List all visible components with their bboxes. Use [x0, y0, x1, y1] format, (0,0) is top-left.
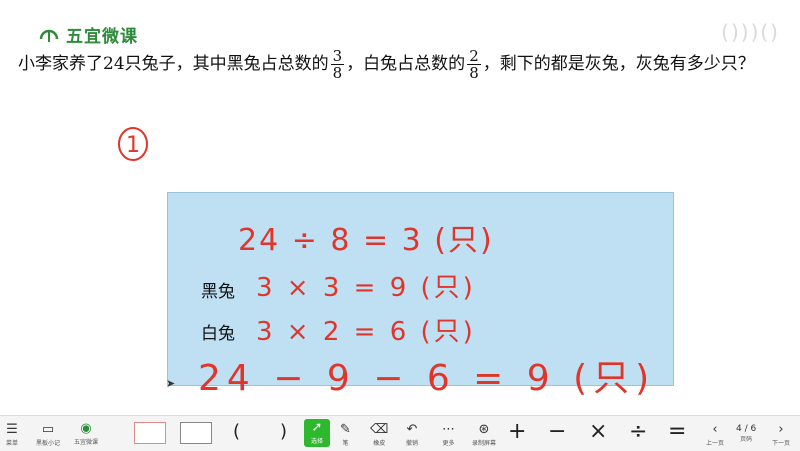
more-label: 更多: [442, 440, 455, 447]
fraction-black: 38: [330, 47, 345, 82]
brand-circle-icon: ◉: [80, 421, 92, 436]
menu-button[interactable]: ☰ 菜单: [6, 422, 19, 448]
undo-button[interactable]: ↶ 撤销: [406, 422, 419, 448]
eraser-tool-button[interactable]: ⌫ 橡皮: [370, 422, 389, 448]
insert-minus-button[interactable]: −: [548, 419, 566, 444]
fraction-white: 28: [467, 48, 481, 81]
blackboard-label: 黑板小记: [36, 440, 61, 447]
menu-icon: ☰: [6, 422, 18, 437]
fraction-black-denominator: 8: [332, 64, 343, 82]
screen-record-button[interactable]: ⊛ 录制屏幕: [472, 422, 497, 448]
prev-page-button[interactable]: ‹ 上一页: [706, 422, 725, 448]
insert-divide-button[interactable]: ÷: [629, 419, 647, 444]
circled-step-number: 1: [118, 127, 148, 161]
problem-text: 小李家养了24只兔子，其中黑兔占总数的 3 8 ，白兔占总数的 2 8 ，剩下的都是灰兔，灰…: [18, 48, 778, 81]
menu-label: 菜单: [6, 440, 19, 447]
label-black-rabbit: 黑兔: [201, 282, 235, 302]
pen-tool-label: 笔: [342, 440, 349, 447]
page-number-value: 4 / 6: [736, 424, 757, 434]
calc-line-unit: 24 ÷ 8 = 3 (只): [238, 223, 494, 258]
problem-part-2: ，白兔占总数的: [346, 54, 466, 74]
undo-label: 撤销: [406, 440, 419, 447]
problem-part-3: ，剩下的都是灰兔，灰兔有多少只？: [482, 54, 755, 74]
undo-icon: ↶: [406, 422, 418, 437]
select-tool-label: 选择: [310, 438, 323, 445]
screen-record-label: 录制屏幕: [472, 440, 497, 447]
brand-button[interactable]: ◉ 五宜微课: [74, 421, 99, 447]
brand-logo-icon: [39, 29, 59, 42]
problem-part-1: 小李家养了24只兔子，其中黑兔占总数的: [18, 54, 329, 74]
blackboard-icon: ▭: [41, 422, 55, 437]
fraction-white-denominator: 8: [469, 64, 479, 82]
chevron-right-icon: ›: [778, 422, 784, 437]
insert-equals-button[interactable]: =: [668, 419, 686, 444]
cursor-arrow-icon: ➚: [311, 420, 323, 435]
color-swatch-gray[interactable]: [180, 422, 212, 444]
label-white-rabbit: 白兔: [201, 324, 235, 344]
record-screen-icon: ⊛: [478, 422, 490, 437]
paren-right-button[interactable]: ): [280, 421, 287, 442]
page-number-label: 页码: [740, 436, 753, 443]
next-page-button[interactable]: › 下一页: [772, 422, 791, 448]
bottom-toolbar: ☰ 菜单 ▭ 黑板小记 ◉ 五宜微课 ( ) ➚ 选择 ✎ 笔 ⌫ 橡皮 ↶ 撤…: [0, 415, 800, 451]
blackboard-button[interactable]: ▭ 黑板小记: [36, 422, 61, 448]
color-swatch-red[interactable]: [134, 422, 166, 444]
fraction-white-numerator: 2: [467, 47, 481, 65]
work-area[interactable]: 24 ÷ 8 = 3 (只) 黑兔 3 × 3 = 9 (只) 白兔 3 × 2…: [167, 192, 674, 399]
corner-watermark: ()))(): [721, 20, 780, 44]
next-page-label: 下一页: [772, 440, 791, 447]
brand-header: 五宜微课: [38, 22, 138, 47]
pen-tool-button[interactable]: ✎ 笔: [340, 422, 351, 448]
insert-plus-button[interactable]: +: [508, 419, 526, 444]
select-tool-button[interactable]: ➚ 选择: [304, 419, 330, 447]
prev-page-label: 上一页: [706, 440, 725, 447]
pen-icon: ✎: [340, 422, 351, 437]
paren-left-button[interactable]: (: [233, 421, 240, 442]
mouse-cursor-icon: ➤: [166, 377, 176, 390]
calc-line-white: 3 × 2 = 6 (只): [256, 317, 476, 347]
brand-name: 五宜微课: [66, 27, 138, 47]
calc-line-gray: 24 − 9 − 6 = 9 (只): [198, 358, 656, 399]
more-dots-icon: ⋯: [442, 422, 455, 437]
insert-times-button[interactable]: ×: [589, 419, 607, 444]
eraser-icon: ⌫: [370, 422, 389, 437]
calc-line-black: 3 × 3 = 9 (只): [256, 273, 476, 303]
more-button[interactable]: ⋯ 更多: [442, 422, 455, 448]
circled-number-text: 1: [126, 133, 140, 158]
brand-button-label: 五宜微课: [74, 439, 99, 446]
fraction-black-numerator: 3: [330, 47, 345, 65]
page-indicator: 4 / 6 页码: [736, 424, 756, 443]
eraser-tool-label: 橡皮: [373, 440, 386, 447]
chevron-left-icon: ‹: [712, 422, 718, 437]
